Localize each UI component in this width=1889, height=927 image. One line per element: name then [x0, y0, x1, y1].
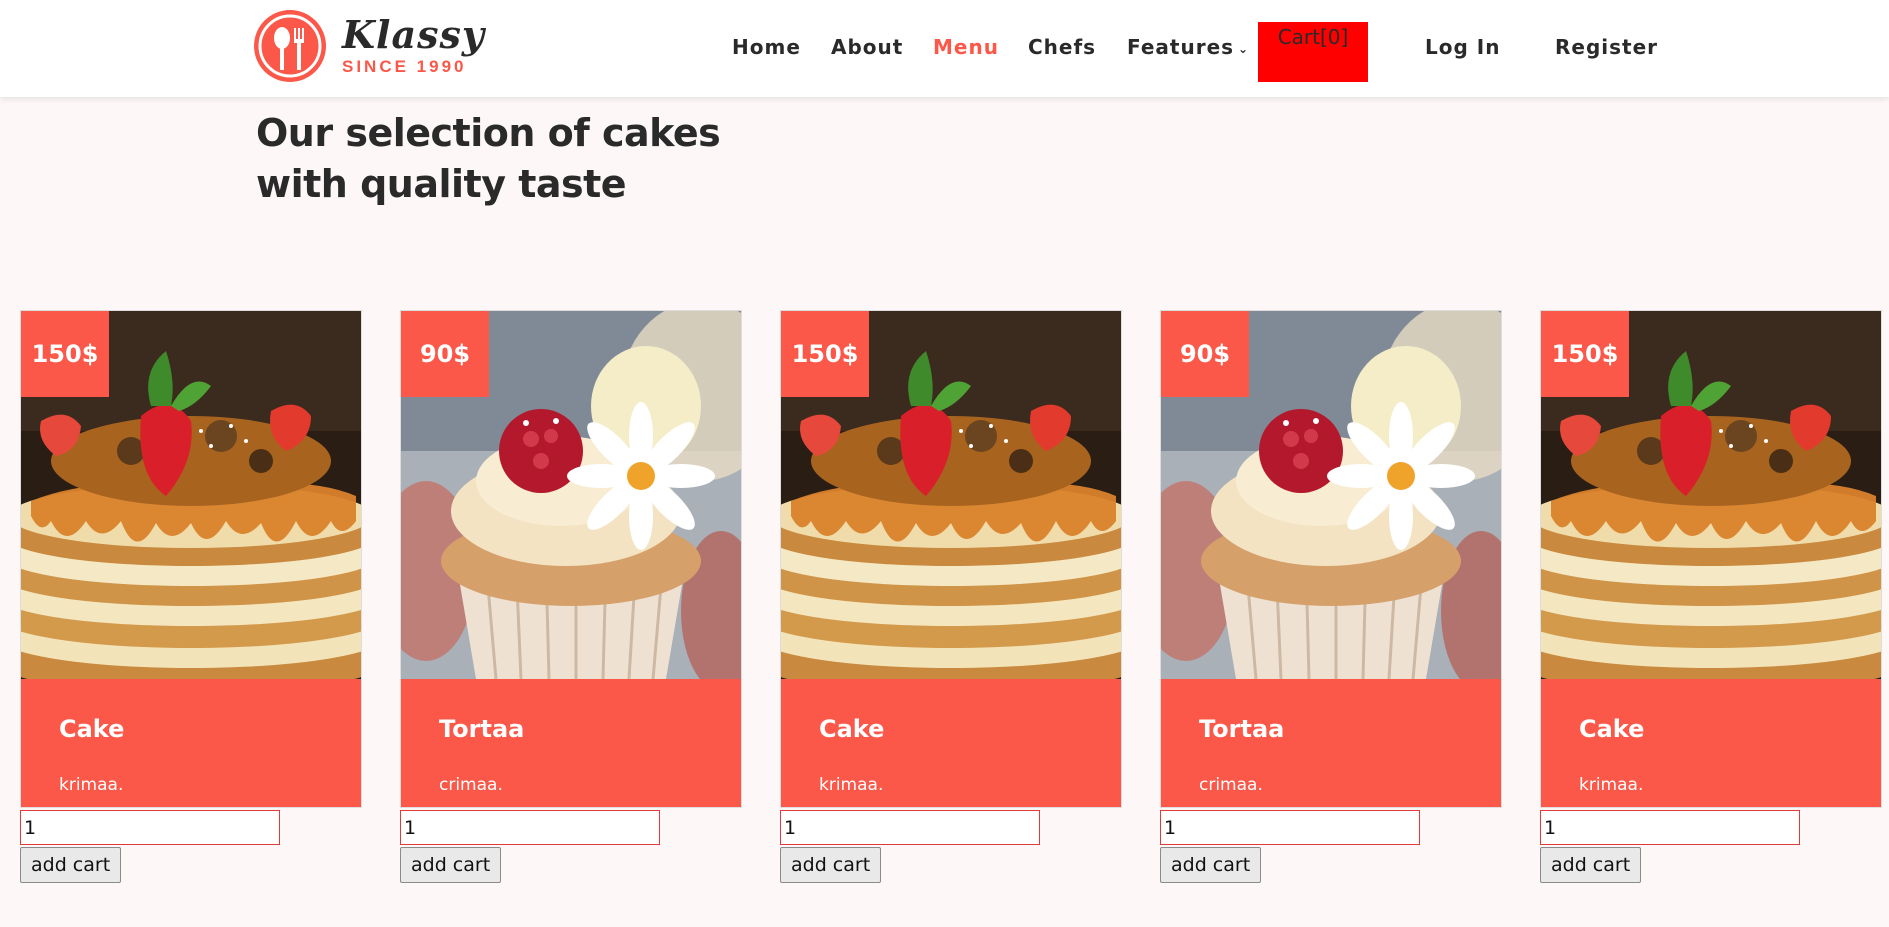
product-card: 150$ Cake krimaa. add cart	[1540, 310, 1882, 883]
nav-login[interactable]: Log In	[1425, 34, 1500, 60]
price-tag: 150$	[781, 311, 869, 397]
section-title-line1: Our selection of cakes	[256, 111, 721, 155]
price-tag: 90$	[1161, 311, 1249, 397]
product-card-box[interactable]: 90$ Tortaa crimaa.	[1160, 310, 1502, 808]
nav-about[interactable]: About	[831, 34, 903, 60]
product-name: Tortaa	[439, 715, 525, 743]
add-cart-button[interactable]: add cart	[780, 847, 882, 883]
nav-features-label: Features	[1127, 35, 1235, 59]
product-info: Tortaa crimaa.	[401, 679, 741, 807]
product-info: Tortaa crimaa.	[1161, 679, 1501, 807]
product-name: Tortaa	[1199, 715, 1285, 743]
product-desc: krimaa.	[819, 775, 884, 795]
section-title: Our selection of cakes with quality tast…	[256, 108, 736, 210]
quantity-input[interactable]	[780, 810, 1040, 845]
add-cart-button[interactable]: add cart	[1540, 847, 1642, 883]
product-card: 90$ Tortaa crimaa. add cart	[1160, 310, 1502, 883]
price-tag: 90$	[401, 311, 489, 397]
product-card: 150$ Cake krimaa. add cart	[780, 310, 1122, 883]
nav-register[interactable]: Register	[1555, 34, 1658, 60]
nav-features[interactable]: Features ⌄	[1127, 34, 1249, 62]
quantity-input[interactable]	[1160, 810, 1420, 845]
product-info: Cake krimaa.	[781, 679, 1121, 807]
product-card-box[interactable]: 150$ Cake krimaa.	[20, 310, 362, 808]
product-desc: krimaa.	[1579, 775, 1644, 795]
main-nav: Home About Menu Chefs Features ⌄ Cart[0] …	[0, 0, 1889, 97]
section-title-line2: with quality taste	[256, 162, 627, 206]
product-desc: crimaa.	[439, 775, 503, 795]
quantity-input[interactable]	[1540, 810, 1800, 845]
product-card-box[interactable]: 150$ Cake krimaa.	[1540, 310, 1882, 808]
product-card-box[interactable]: 150$ Cake krimaa.	[780, 310, 1122, 808]
nav-chefs[interactable]: Chefs	[1028, 34, 1096, 60]
cart-button[interactable]: Cart[0]	[1258, 22, 1368, 82]
site-header: Klassy SINCE 1990 Home About Menu Chefs …	[0, 0, 1889, 97]
product-card-box[interactable]: 90$ Tortaa crimaa.	[400, 310, 742, 808]
product-name: Cake	[59, 715, 125, 743]
product-desc: crimaa.	[1199, 775, 1263, 795]
product-desc: krimaa.	[59, 775, 124, 795]
product-name: Cake	[819, 715, 885, 743]
quantity-input[interactable]	[20, 810, 280, 845]
price-tag: 150$	[21, 311, 109, 397]
product-card: 90$ Tortaa crimaa. add cart	[400, 310, 742, 883]
product-card: 150$ Cake krimaa. add cart	[20, 310, 362, 883]
nav-menu[interactable]: Menu	[933, 34, 999, 60]
add-cart-button[interactable]: add cart	[20, 847, 122, 883]
add-cart-button[interactable]: add cart	[400, 847, 502, 883]
quantity-input[interactable]	[400, 810, 660, 845]
product-info: Cake krimaa.	[1541, 679, 1881, 807]
price-tag: 150$	[1541, 311, 1629, 397]
product-name: Cake	[1579, 715, 1645, 743]
chevron-down-icon: ⌄	[1238, 41, 1250, 56]
nav-home[interactable]: Home	[732, 34, 801, 60]
add-cart-button[interactable]: add cart	[1160, 847, 1262, 883]
product-info: Cake krimaa.	[21, 679, 361, 807]
